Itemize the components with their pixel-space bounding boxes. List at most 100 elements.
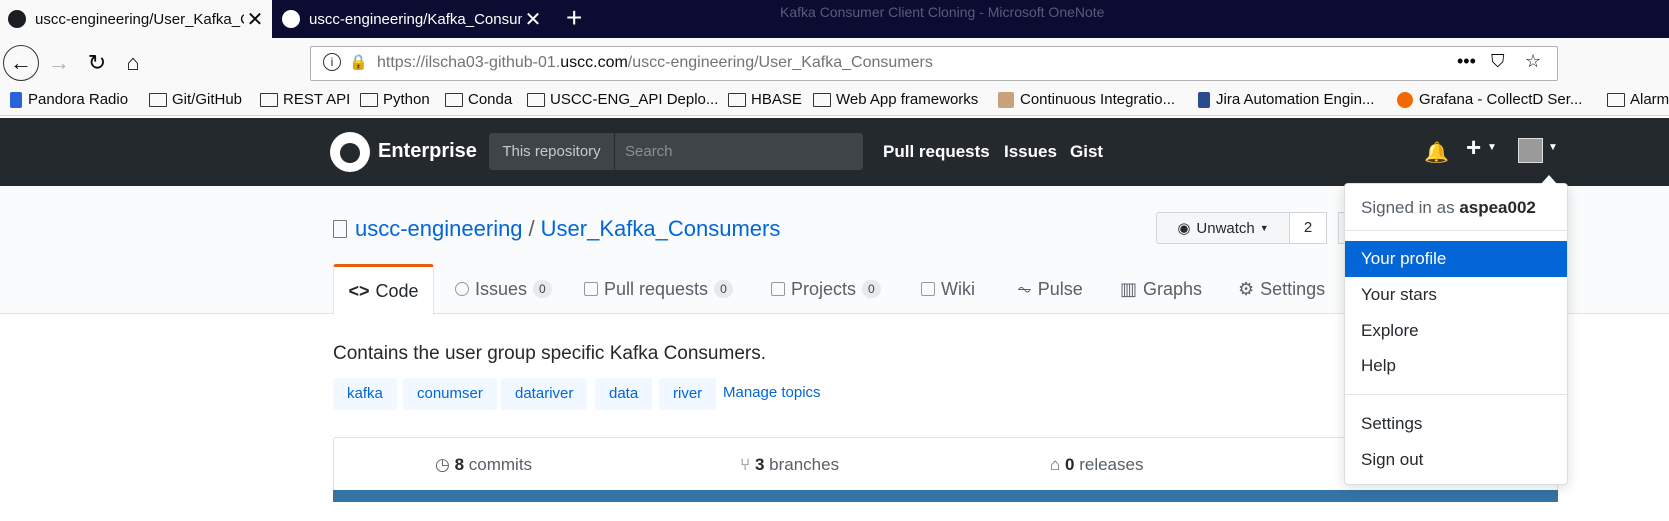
avatar-chevron-down-icon[interactable]: ▼ (1548, 142, 1558, 153)
topic-tag[interactable]: conumser (403, 378, 497, 410)
repo-separator: / (528, 216, 535, 241)
menu-item-sign-out[interactable]: Sign out (1345, 442, 1567, 478)
back-arrow-icon[interactable]: ← (3, 45, 39, 81)
topic-tag[interactable]: river (659, 378, 717, 410)
url-bar[interactable]: i 🔒 https://ilscha03-github-01.uscc.com/… (310, 46, 1558, 81)
bookmark-item[interactable]: Grafana - CollectD Ser... (1397, 91, 1582, 108)
menu-item-settings[interactable]: Settings (1345, 406, 1567, 442)
window-background-title: Kafka Consumer Client Cloning - Microsof… (780, 4, 1105, 20)
bookmark-item[interactable]: Python (360, 91, 430, 108)
repo-name-link[interactable]: User_Kafka_Consumers (541, 216, 781, 241)
browser-tab-inactive[interactable]: uscc-engineering/Kafka_Consum ✕ (274, 0, 550, 38)
menu-item-your-stars[interactable]: Your stars (1345, 277, 1567, 313)
github-favicon-icon (282, 10, 300, 28)
tab-settings[interactable]: ⚙ Settings (1238, 264, 1325, 314)
lock-warning-icon[interactable]: 🔒 (349, 53, 368, 71)
nav-pull-requests[interactable]: Pull requests (883, 142, 990, 162)
github-logo-icon[interactable] (330, 132, 370, 172)
folder-icon (360, 92, 378, 107)
branches-link[interactable]: ⑂ 3 branches (740, 455, 839, 475)
menu-item-help[interactable]: Help (1345, 348, 1567, 384)
bookmark-item[interactable]: Web App frameworks (813, 91, 978, 108)
pandora-icon (10, 91, 22, 108)
github-header: Enterprise This repository Pull requests… (0, 118, 1669, 186)
signed-in-header: Signed in as aspea002 (1361, 198, 1536, 217)
bookmark-item[interactable]: Pandora Radio (10, 91, 128, 108)
tab-issues[interactable]: Issues 0 (455, 264, 552, 314)
topic-tag[interactable]: datariver (501, 378, 588, 410)
divider (1345, 394, 1567, 395)
close-tab-icon[interactable]: ✕ (522, 7, 544, 32)
pulse-icon: ⏦ (1017, 278, 1032, 299)
branch-icon: ⑂ (740, 455, 755, 474)
divider (1345, 230, 1567, 231)
menu-item-explore[interactable]: Explore (1345, 313, 1567, 349)
eye-icon: ◉ (1177, 220, 1191, 237)
avatar[interactable] (1518, 138, 1543, 163)
bookmark-item[interactable]: Jira Automation Engin... (1198, 91, 1374, 108)
folder-icon (260, 92, 278, 107)
close-tab-icon[interactable]: ✕ (244, 7, 266, 32)
tab-pull-requests[interactable]: Pull requests 0 (584, 264, 733, 314)
bookmark-item[interactable]: Alarm (1607, 91, 1669, 108)
new-tab-button[interactable]: + (566, 3, 582, 33)
tab-projects[interactable]: Projects 0 (771, 264, 881, 314)
tab-wiki[interactable]: Wiki (921, 264, 975, 314)
repo-description: Contains the user group specific Kafka C… (333, 343, 766, 364)
repo-owner-link[interactable]: uscc-engineering (355, 216, 523, 241)
tab-pulse[interactable]: ⏦ Pulse (1017, 264, 1083, 314)
folder-icon (813, 92, 831, 107)
dropdown-caret (1541, 175, 1557, 184)
brand-label[interactable]: Enterprise (378, 140, 477, 163)
github-favicon-icon (8, 10, 26, 28)
info-icon[interactable]: i (323, 53, 341, 71)
folder-icon (1607, 92, 1625, 107)
bookmarks-bar: Pandora Radio Git/GitHub REST API Python… (0, 88, 1669, 116)
bookmark-item[interactable]: USCC-ENG_API Deplo... (527, 91, 718, 108)
code-icon: <> (348, 280, 370, 301)
bell-icon[interactable]: 🔔 (1424, 140, 1449, 165)
tag-icon: ⌂ (1050, 455, 1065, 474)
history-icon: ◷ (435, 455, 455, 474)
nav-issues[interactable]: Issues (1004, 142, 1057, 162)
user-dropdown-menu: Signed in as aspea002 Your profile Your … (1344, 175, 1568, 485)
pocket-icon[interactable]: ⛉ (1491, 51, 1505, 72)
tab-graphs[interactable]: ▥ Graphs (1120, 264, 1202, 314)
home-icon[interactable]: ⌂ (116, 46, 150, 80)
topic-tag[interactable]: data (595, 378, 653, 410)
browser-tab-active[interactable]: uscc-engineering/User_Kafka_C ✕ (0, 0, 272, 38)
jenkins-icon (998, 91, 1014, 108)
bookmark-item[interactable]: REST API (260, 91, 350, 108)
folder-icon (728, 92, 746, 107)
bookmark-star-icon[interactable]: ☆ (1525, 51, 1541, 72)
bookmark-item[interactable]: HBASE (728, 91, 802, 108)
url-text[interactable]: https://ilscha03-github-01.uscc.com/uscc… (377, 54, 933, 72)
search-input[interactable] (615, 133, 863, 170)
page-actions-icon[interactable]: ••• (1457, 51, 1476, 72)
tab-code[interactable]: <> Code (333, 264, 434, 315)
chevron-down-icon: ▼ (1259, 223, 1269, 233)
search-scope-label[interactable]: This repository (489, 133, 615, 170)
bookmark-item[interactable]: Conda (445, 91, 512, 108)
graph-icon: ▥ (1120, 278, 1138, 299)
nav-gist[interactable]: Gist (1070, 142, 1103, 162)
grafana-icon (1397, 91, 1413, 108)
bookmark-item[interactable]: Git/GitHub (149, 91, 242, 108)
unwatch-button[interactable]: ◉ Unwatch ▼ (1156, 212, 1290, 244)
watch-count[interactable]: 2 (1290, 212, 1327, 244)
book-icon (921, 282, 935, 296)
commits-link[interactable]: ◷ 8 commits (435, 455, 532, 475)
repo-title: uscc-engineering / User_Kafka_Consumers (355, 216, 780, 242)
forward-arrow-icon[interactable]: → (42, 46, 76, 80)
chevron-down-icon[interactable]: ▼ (1487, 142, 1497, 153)
reload-icon[interactable]: ↻ (80, 46, 114, 80)
new-plus-button[interactable]: + (1466, 132, 1481, 163)
releases-link[interactable]: ⌂ 0 releases (1050, 455, 1143, 475)
folder-icon (445, 92, 463, 107)
issue-icon (455, 282, 469, 296)
manage-topics-link[interactable]: Manage topics (723, 384, 821, 401)
topic-tag[interactable]: kafka (333, 378, 397, 410)
language-bar[interactable] (333, 490, 1558, 502)
bookmark-item[interactable]: Continuous Integratio... (998, 91, 1175, 108)
menu-item-your-profile[interactable]: Your profile (1345, 241, 1567, 277)
